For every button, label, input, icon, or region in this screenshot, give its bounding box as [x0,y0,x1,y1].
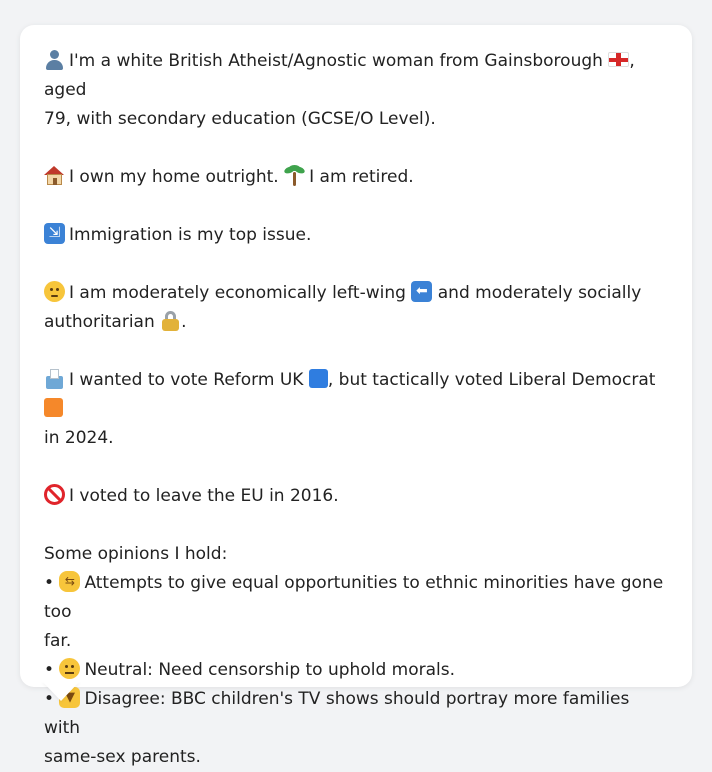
social-text-end: . [181,312,187,332]
palm-tree-icon [283,165,306,186]
person-silhouette-icon [44,49,65,70]
opinions-heading: Some opinions I hold: [44,544,228,564]
opinion-continuation: far. [44,631,72,651]
blue-square-icon [308,369,328,388]
eu-paragraph: I voted to leave the EU in 2016. [44,482,668,511]
passport-control-icon: ⇲ [44,223,65,244]
bullet: • [44,660,55,680]
ideology-line-1: I am moderately economically left-wing ⬅… [44,279,668,308]
lock-icon [160,310,181,331]
vote-line-1: I wanted to vote Reform UK , but tactica… [44,366,668,424]
ballot-box-icon [44,368,65,389]
social-text: and moderately socially [437,283,642,303]
thinking-face-icon [44,281,65,302]
opinion-item: • ▼ Disagree: BBC children's TV shows sho… [44,685,668,743]
left-arrow-icon: ⬅ [411,281,433,302]
retired-text: I am retired. [309,167,414,187]
identity-line-1: I'm a white British Atheist/Agnostic wom… [44,47,668,105]
vote-line-2: in 2024. [44,428,114,448]
identity-paragraph: I'm a white British Atheist/Agnostic wom… [44,47,668,134]
opinion-item: • Neutral: Need censorship to uphold mor… [44,656,668,685]
opinion-continuation: same-sex parents. [44,747,201,767]
bubble-tail [42,681,80,701]
identity-line-2: 79, with secondary education (GCSE/O Lev… [44,109,436,129]
opinion-text: Neutral: Need censorship to uphold moral… [84,660,456,680]
bullet: • [44,573,55,593]
top-issue-paragraph: ⇲ Immigration is my top issue. [44,221,668,250]
england-flag-icon [608,52,630,67]
vote-paragraph: I wanted to vote Reform UK , but tactica… [44,366,668,453]
neutral-face-icon [59,658,81,679]
ideology-paragraph: I am moderately economically left-wing ⬅… [44,279,668,337]
ideology-line-2: authoritarian . [44,308,668,337]
opinion-item: • ⇆ Attempts to give equal opportunities … [44,569,668,627]
orange-square-icon [44,398,63,417]
vote-text-1: I wanted to vote Reform UK [69,370,304,390]
opinion-text: Attempts to give equal opportunities to … [44,573,664,622]
eu-text: I voted to leave the EU in 2016. [69,486,339,506]
house-icon [44,165,65,186]
opinion-text: Disagree: BBC children's TV shows should… [44,689,630,738]
identity-text: I'm a white British Atheist/Agnostic wom… [69,51,603,71]
persona-message-bubble: I'm a white British Atheist/Agnostic wom… [20,25,692,767]
opinions-section: Some opinions I hold: • ⇆ Attempts to giv… [44,540,668,772]
prohibited-icon [44,484,65,505]
economic-text: I am moderately economically left-wing [69,283,406,303]
top-issue-text: Immigration is my top issue. [69,225,312,245]
handshake-icon: ⇆ [59,571,81,592]
home-paragraph: I own my home outright. I am retired. [44,163,668,192]
home-text: I own my home outright. [69,167,279,187]
vote-text-2: , but tactically voted Liberal Democrat [327,370,656,390]
social-text-2: authoritarian [44,312,155,332]
